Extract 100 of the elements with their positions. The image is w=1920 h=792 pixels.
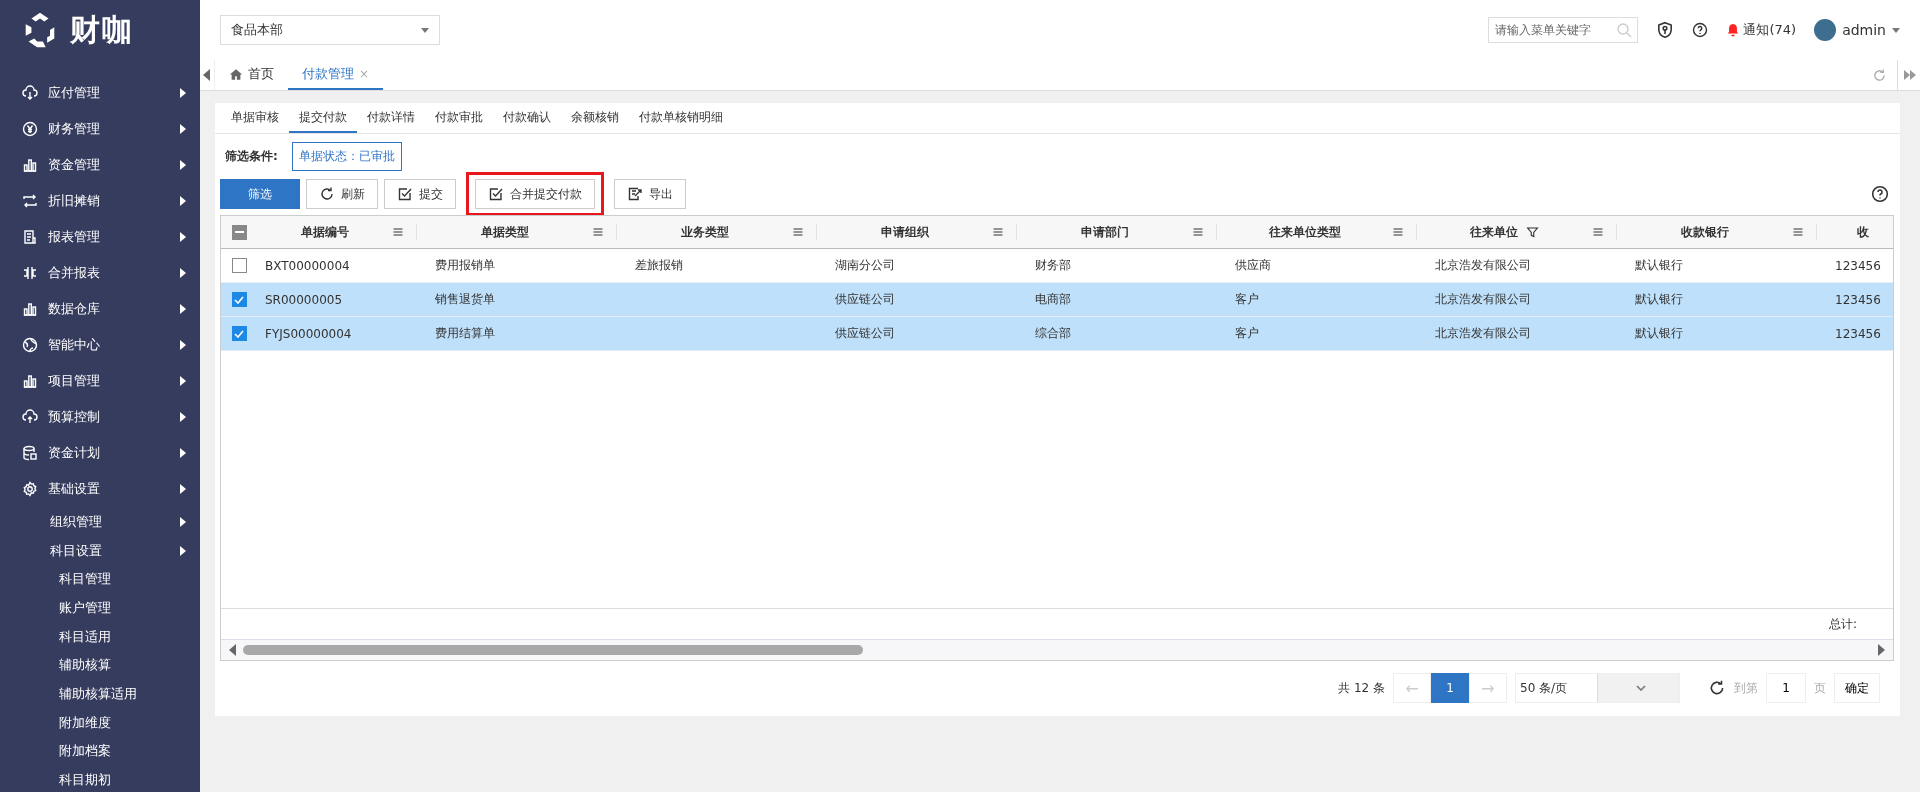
scroll-left-icon[interactable] bbox=[203, 69, 211, 81]
home-icon bbox=[229, 67, 243, 81]
user-name[interactable]: admin bbox=[1842, 22, 1886, 38]
column-header[interactable]: 往来单位类型 bbox=[1268, 223, 1341, 241]
sub-tab[interactable]: 付款详情 bbox=[357, 103, 425, 133]
sidebar-item[interactable]: 组织管理 bbox=[0, 507, 200, 536]
column-header[interactable]: 业务类型 bbox=[680, 223, 729, 241]
filter-icon bbox=[1526, 225, 1539, 239]
caret-icon bbox=[180, 412, 186, 422]
scroll-left-icon[interactable] bbox=[229, 644, 237, 656]
sidebar-item[interactable]: 数据仓库 bbox=[0, 291, 200, 327]
sidebar-item[interactable]: 账户管理 bbox=[0, 593, 200, 623]
sidebar-item[interactable]: 资金计划 bbox=[0, 435, 200, 471]
sidebar-item[interactable]: 辅助核算适用 bbox=[0, 679, 200, 709]
sidebar-item[interactable]: 辅助核算 bbox=[0, 651, 200, 680]
select-all-checkbox[interactable] bbox=[231, 224, 247, 240]
column-header[interactable]: 单据编号 bbox=[300, 223, 349, 241]
row-checkbox[interactable] bbox=[231, 258, 247, 273]
database-icon bbox=[22, 445, 38, 461]
page-input[interactable]: 1 bbox=[1766, 673, 1806, 703]
swap-arrows-icon bbox=[22, 193, 38, 209]
row-checkbox[interactable] bbox=[231, 292, 247, 307]
column-header[interactable]: 往来单位 bbox=[1470, 223, 1539, 241]
sidebar-item[interactable]: 预算控制 bbox=[0, 399, 200, 435]
sidebar-item[interactable]: 合并报表 bbox=[0, 255, 200, 291]
column-header[interactable]: 单据类型 bbox=[480, 223, 529, 241]
sidebar-item[interactable]: 科目适用 bbox=[0, 622, 200, 652]
table-cell: 123456 bbox=[1835, 258, 1881, 273]
toolbar-button[interactable]: 合并提交付款 bbox=[475, 179, 595, 209]
table-cell: 客户 bbox=[1235, 326, 1259, 340]
sidebar-item[interactable]: 项目管理 bbox=[0, 363, 200, 399]
row-checkbox[interactable] bbox=[231, 326, 247, 341]
document-icon bbox=[22, 229, 38, 245]
table-cell: SR00000005 bbox=[265, 292, 343, 307]
checkmark-icon bbox=[234, 295, 244, 304]
sidebar-item[interactable]: 折旧摊销 bbox=[0, 183, 200, 219]
column-header[interactable]: 收款银行 bbox=[1680, 223, 1729, 241]
column-menu-icon bbox=[1392, 226, 1404, 238]
column-menu-icon bbox=[1192, 226, 1204, 238]
scroll-right-icon[interactable] bbox=[1877, 644, 1885, 656]
table-cell: 北京浩发有限公司 bbox=[1435, 292, 1531, 306]
toolbar-button[interactable]: 提交 bbox=[384, 179, 456, 209]
sidebar-item[interactable]: 科目管理 bbox=[0, 565, 200, 594]
fast-forward-icon[interactable] bbox=[1904, 70, 1916, 80]
column-menu-icon bbox=[392, 226, 404, 238]
table-cell: 123456 bbox=[1835, 326, 1881, 341]
page-button[interactable]: 1 bbox=[1431, 673, 1469, 703]
column-menu-icon bbox=[792, 226, 804, 238]
sidebar-item[interactable]: 财务管理 bbox=[0, 111, 200, 147]
sidebar-item[interactable]: 应付管理 bbox=[0, 75, 200, 111]
confirm-button[interactable]: 确定 bbox=[1834, 673, 1880, 703]
table-cell: 123456 bbox=[1835, 292, 1881, 307]
shield-key-icon bbox=[1656, 21, 1675, 39]
column-header[interactable]: 申请组织 bbox=[880, 223, 929, 241]
caret-icon bbox=[180, 88, 186, 98]
page-size-select[interactable]: 50 条/页 bbox=[1515, 673, 1680, 703]
table-cell: 财务部 bbox=[1035, 258, 1071, 272]
export-icon bbox=[627, 186, 643, 202]
sidebar-item[interactable]: 智能中心 bbox=[0, 327, 200, 363]
caret-icon bbox=[180, 124, 186, 134]
caret-icon bbox=[180, 516, 186, 527]
table-cell: 默认银行 bbox=[1635, 258, 1683, 272]
table-cell: 北京浩发有限公司 bbox=[1435, 326, 1531, 340]
table-cell: 供应链公司 bbox=[835, 326, 895, 340]
page-tab[interactable]: 首页 bbox=[215, 60, 288, 90]
table-cell: 默认银行 bbox=[1635, 292, 1683, 306]
sidebar-item[interactable]: 基础设置 bbox=[0, 471, 200, 507]
sidebar-item[interactable]: 资金管理 bbox=[0, 147, 200, 183]
sidebar-item[interactable]: 科目期初 bbox=[0, 765, 200, 792]
table-cell: 费用报销单 bbox=[435, 258, 495, 272]
sub-tab[interactable]: 付款确认 bbox=[493, 103, 561, 133]
sub-tab[interactable]: 余额核销 bbox=[561, 103, 629, 133]
sub-tab[interactable]: 提交付款 bbox=[289, 103, 357, 133]
yen-circle-icon bbox=[22, 121, 38, 137]
toolbar-button[interactable]: 刷新 bbox=[306, 179, 378, 209]
caret-icon bbox=[180, 160, 186, 170]
table-cell: 费用结算单 bbox=[435, 326, 495, 340]
caret-icon bbox=[180, 545, 186, 556]
search-field[interactable]: 请输入菜单关键字 bbox=[1488, 17, 1639, 43]
sub-tab[interactable]: 付款审批 bbox=[425, 103, 493, 133]
toolbar-button[interactable]: 筛选 bbox=[220, 179, 300, 209]
page-unit: 页 bbox=[1814, 679, 1826, 697]
sidebar-item[interactable]: 附加维度 bbox=[0, 708, 200, 738]
sidebar-item[interactable]: 科目设置 bbox=[0, 536, 200, 565]
org-select[interactable]: 食品本部 bbox=[220, 15, 440, 45]
avatar bbox=[1814, 19, 1837, 41]
search-icon bbox=[1616, 22, 1633, 38]
column-header[interactable]: 申请部门 bbox=[1080, 223, 1129, 241]
column-header[interactable]: 收 bbox=[1857, 223, 1869, 241]
sidebar-item[interactable]: 报表管理 bbox=[0, 219, 200, 255]
sub-tab[interactable]: 付款单核销明细 bbox=[629, 103, 733, 133]
filter-chip[interactable]: 单据状态：已审批 bbox=[291, 142, 402, 171]
page-tab[interactable]: 付款管理 × bbox=[288, 60, 384, 90]
sidebar-item[interactable]: 附加档案 bbox=[0, 737, 200, 766]
sub-tab[interactable]: 单据审核 bbox=[221, 103, 289, 133]
horizontal-scrollbar[interactable] bbox=[221, 639, 1893, 660]
refresh-icon bbox=[319, 186, 335, 202]
toolbar-button[interactable]: 导出 bbox=[614, 179, 686, 209]
table-cell: 供应商 bbox=[1235, 258, 1271, 272]
notification-link[interactable]: 通知(74) bbox=[1743, 21, 1797, 39]
